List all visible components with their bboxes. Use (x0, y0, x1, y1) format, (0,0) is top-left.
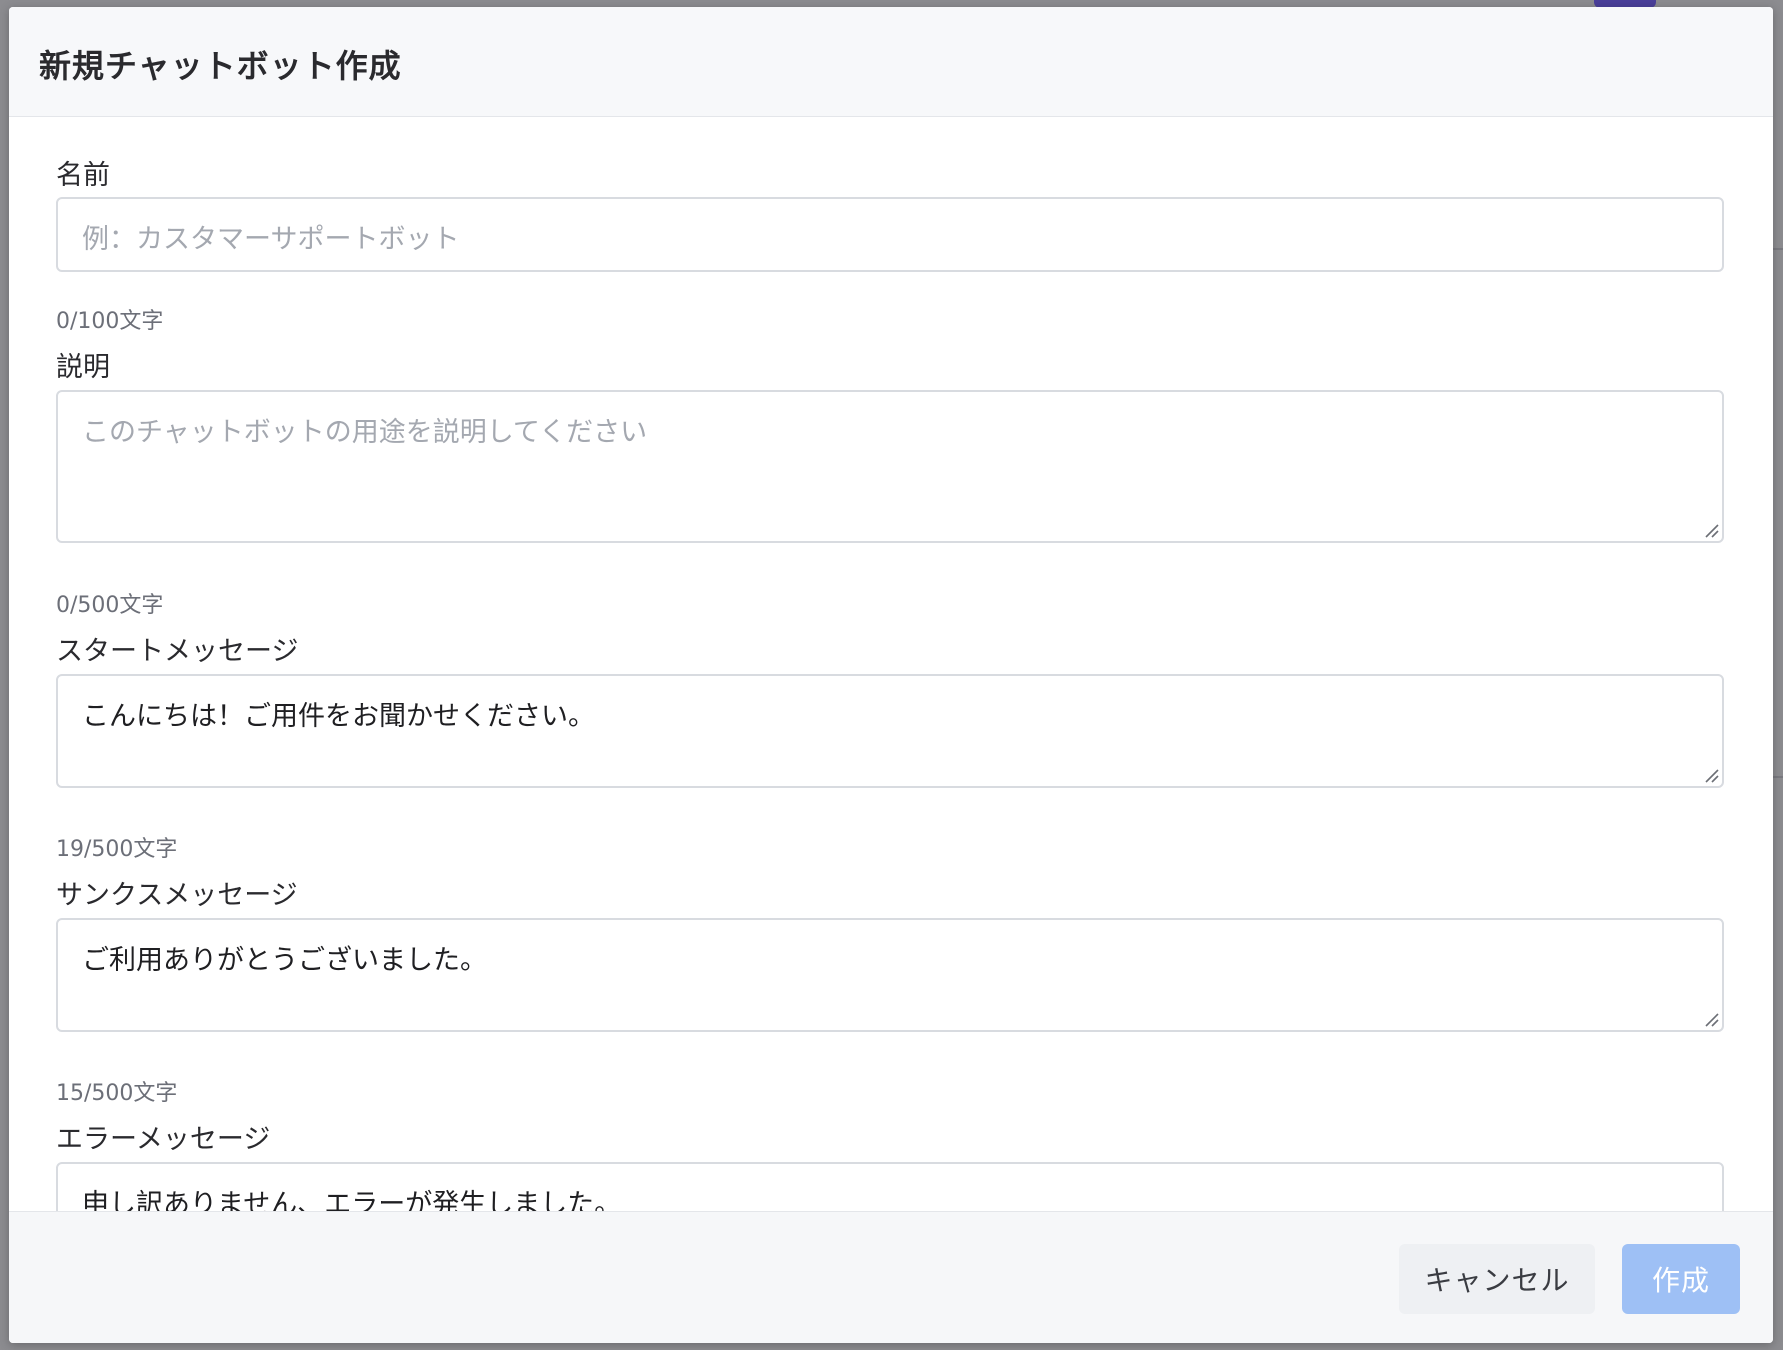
background-divider (1773, 248, 1783, 250)
thanks-message-char-counter: 15/500文字 (56, 1081, 178, 1106)
dialog-body[interactable]: 名前 例：カスタマーサポートボット 0/100文字 説明 このチャットボットの用… (9, 117, 1773, 1211)
description-placeholder: このチャットボットの用途を説明してください (82, 417, 648, 448)
error-message-textarea[interactable]: 申し訳ありません、エラーが発生しました。 (56, 1162, 1724, 1211)
cancel-button[interactable]: キャンセル (1399, 1244, 1595, 1314)
error-message-value: 申し訳ありません、エラーが発生しました。 (82, 1189, 622, 1211)
resize-handle-icon[interactable] (1703, 522, 1719, 538)
description-char-counter: 0/500文字 (56, 593, 164, 618)
resize-handle-icon[interactable] (1703, 1011, 1719, 1027)
background-divider (1773, 776, 1783, 778)
dialog-header: 新規チャットボット作成 (9, 7, 1773, 117)
start-message-textarea[interactable]: こんにちは！ご用件をお聞かせください。 (56, 674, 1724, 788)
name-placeholder: 例：カスタマーサポートボット (82, 224, 460, 255)
create-chatbot-dialog: 新規チャットボット作成 名前 例：カスタマーサポートボット 0/100文字 説明… (9, 7, 1773, 1343)
start-message-value: こんにちは！ご用件をお聞かせください。 (82, 701, 595, 732)
thanks-message-textarea[interactable]: ご利用ありがとうございました。 (56, 918, 1724, 1032)
start-message-label: スタートメッセージ (56, 636, 299, 667)
thanks-message-value: ご利用ありがとうございました。 (82, 945, 487, 976)
start-message-char-counter: 19/500文字 (56, 837, 178, 862)
thanks-message-label: サンクスメッセージ (56, 880, 298, 911)
name-char-counter: 0/100文字 (56, 309, 164, 334)
create-button[interactable]: 作成 (1622, 1244, 1740, 1314)
name-input[interactable]: 例：カスタマーサポートボット (56, 197, 1724, 272)
description-label: 説明 (56, 352, 110, 383)
error-message-label: エラーメッセージ (56, 1124, 271, 1155)
resize-handle-icon[interactable] (1703, 767, 1719, 783)
dialog-footer: キャンセル 作成 (9, 1211, 1773, 1343)
name-label: 名前 (56, 160, 110, 191)
description-textarea[interactable]: このチャットボットの用途を説明してください (56, 390, 1724, 543)
dialog-title: 新規チャットボット作成 (39, 47, 402, 85)
